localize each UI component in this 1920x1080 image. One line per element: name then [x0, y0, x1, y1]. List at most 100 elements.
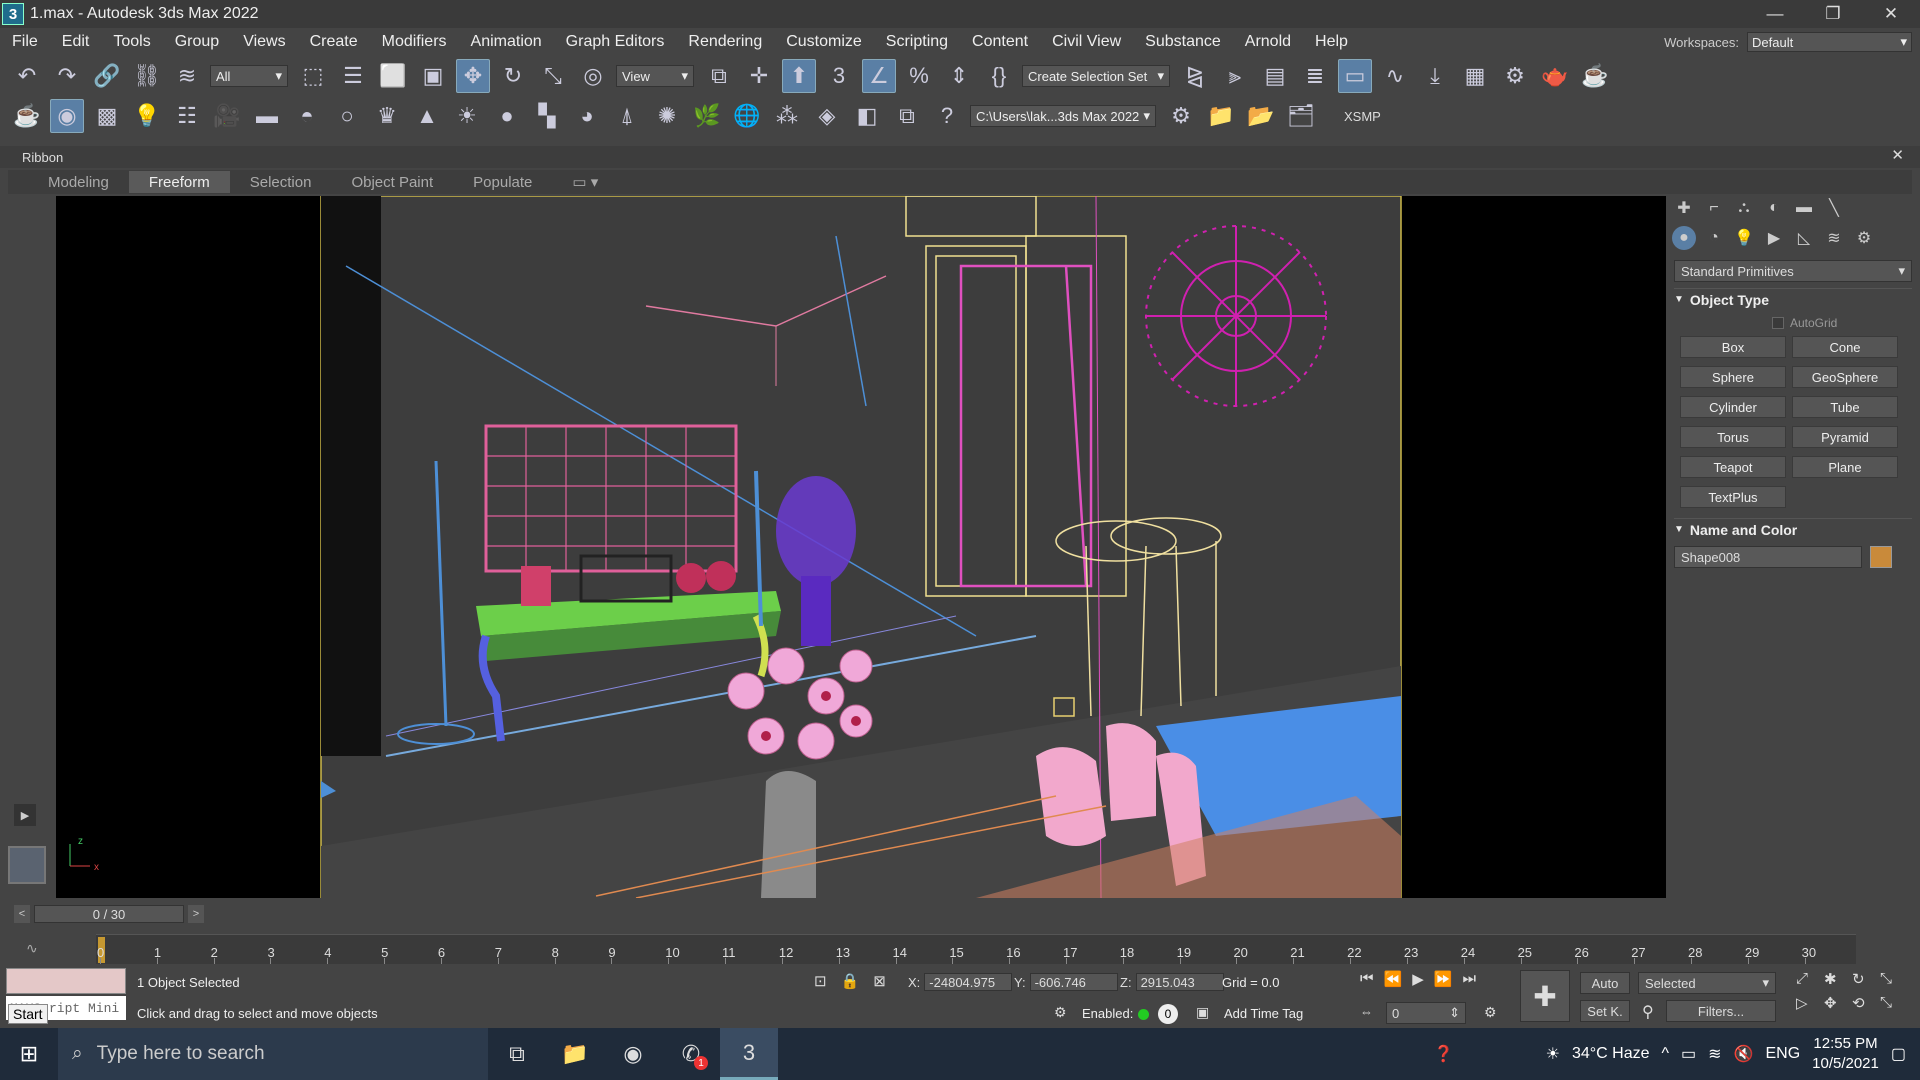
- perspective-viewport[interactable]: z x: [56, 196, 1666, 898]
- teapot-button[interactable]: Teapot: [1680, 456, 1786, 478]
- snaps-toggle-icon[interactable]: 3: [822, 59, 856, 93]
- folder-open-icon[interactable]: 📂: [1244, 99, 1278, 133]
- light-icon[interactable]: 💡: [130, 99, 164, 133]
- weather-icon[interactable]: ☀: [1546, 1044, 1560, 1064]
- select-manipulate-icon[interactable]: ✛: [742, 59, 776, 93]
- pan-icon[interactable]: ✥: [1824, 994, 1852, 1012]
- hierarchy-tab-icon[interactable]: ⛬: [1732, 196, 1756, 218]
- material-editor-icon[interactable]: ▦: [1458, 59, 1492, 93]
- windows-start-icon[interactable]: ⊞: [0, 1028, 58, 1080]
- autogrid-checkbox[interactable]: AutoGrid: [1772, 316, 1920, 330]
- sun-icon[interactable]: ☀: [450, 99, 484, 133]
- zero-indicator-icon[interactable]: 0: [1158, 1004, 1178, 1024]
- next-frame-icon[interactable]: >: [188, 905, 204, 923]
- folder-save-icon[interactable]: 🗂: [1284, 99, 1318, 133]
- expand-layout-icon[interactable]: ▶: [14, 804, 36, 826]
- arnold-render-icon[interactable]: ◉: [50, 99, 84, 133]
- menu-civil-view[interactable]: Civil View: [1040, 33, 1133, 51]
- help-icon[interactable]: ?: [930, 99, 964, 133]
- teapot-icon[interactable]: ☕: [10, 99, 44, 133]
- project-path-dropdown[interactable]: C:\Users\lak...3ds Max 2022 ▾: [970, 105, 1156, 127]
- previous-frame-icon[interactable]: ⏪: [1384, 970, 1403, 988]
- clock[interactable]: 12:55 PM 10/5/2021: [1812, 1034, 1879, 1074]
- absolute-mode-icon[interactable]: ⊠: [873, 972, 886, 990]
- redo-icon[interactable]: ↷: [50, 59, 84, 93]
- menu-tools[interactable]: Tools: [101, 33, 162, 51]
- tab-modeling[interactable]: Modeling: [28, 171, 129, 193]
- viewport-layout-thumbnail[interactable]: [8, 846, 46, 884]
- maximize-button[interactable]: ❐: [1804, 0, 1862, 28]
- object-name-field[interactable]: Shape008: [1674, 546, 1862, 568]
- close-button[interactable]: ✕: [1862, 0, 1920, 28]
- maxscript-listener[interactable]: [6, 968, 126, 994]
- camera-icon[interactable]: 🎥: [210, 99, 244, 133]
- menu-create[interactable]: Create: [298, 33, 370, 51]
- min-max-toggle-icon[interactable]: ⤡: [1880, 994, 1908, 1012]
- percent-snap-icon[interactable]: %: [902, 59, 936, 93]
- z-field[interactable]: 2915.043: [1135, 973, 1224, 991]
- toggle-ribbon-icon[interactable]: ▭: [1338, 59, 1372, 93]
- key-mode-icon[interactable]: ⇔: [1360, 1004, 1373, 1019]
- plant-icon[interactable]: 🌿: [690, 99, 724, 133]
- light-list-icon[interactable]: ☷: [170, 99, 204, 133]
- maximize-viewport-icon[interactable]: ⤡: [1880, 970, 1908, 988]
- object-type-rollout[interactable]: ▼ Object Type: [1674, 288, 1912, 310]
- task-view-icon[interactable]: ⧉: [488, 1028, 546, 1080]
- curve-editor-mini-icon[interactable]: ∿: [26, 940, 38, 957]
- key-filters-button[interactable]: Filters...: [1666, 1000, 1776, 1022]
- cone-button[interactable]: Cone: [1792, 336, 1898, 358]
- weather-text[interactable]: 34°C Haze: [1572, 1045, 1650, 1063]
- minimize-button[interactable]: —: [1746, 0, 1804, 28]
- scene-explorer-icon[interactable]: ▤: [1258, 59, 1292, 93]
- zoom-all-icon[interactable]: ✱: [1824, 970, 1852, 988]
- object-color-swatch[interactable]: [1870, 546, 1892, 568]
- sphere-light-icon[interactable]: ○: [330, 99, 364, 133]
- isolate-icon[interactable]: ⊡: [814, 972, 827, 990]
- keyboard-shortcut-override-icon[interactable]: ⬆: [782, 59, 816, 93]
- zoom-icon[interactable]: ⤢: [1796, 970, 1824, 988]
- box-button[interactable]: Box: [1680, 336, 1786, 358]
- schematic-view-icon[interactable]: ⤓: [1418, 59, 1452, 93]
- helpers-icon[interactable]: ◺: [1792, 226, 1816, 250]
- folder-icon[interactable]: 📁: [1204, 99, 1238, 133]
- language-indicator[interactable]: ENG: [1765, 1045, 1800, 1063]
- set-key-button[interactable]: ✚: [1520, 970, 1570, 1022]
- menu-animation[interactable]: Animation: [459, 33, 554, 51]
- tab-populate[interactable]: Populate: [453, 171, 552, 193]
- modify-tab-icon[interactable]: ⌐: [1702, 196, 1726, 218]
- plane-shape-icon[interactable]: ▬: [250, 99, 284, 133]
- named-selection-set-dropdown[interactable]: Create Selection Set ▾: [1022, 65, 1170, 87]
- select-rotate-icon[interactable]: ↻: [496, 59, 530, 93]
- orbit-icon[interactable]: ↻: [1852, 970, 1880, 988]
- xsmp-label[interactable]: XSMP: [1344, 109, 1381, 124]
- time-tag-icon[interactable]: ▣: [1196, 1004, 1209, 1021]
- geosphere-button[interactable]: GeoSphere: [1792, 366, 1898, 388]
- lights-icon[interactable]: 💡: [1732, 226, 1756, 250]
- display-tab-icon[interactable]: ▬: [1792, 196, 1816, 218]
- menu-help[interactable]: Help: [1303, 33, 1360, 51]
- menu-modifiers[interactable]: Modifiers: [370, 33, 459, 51]
- sphere-icon[interactable]: ●: [490, 99, 524, 133]
- ribbon-options-icon[interactable]: ▭ ▾: [552, 171, 618, 193]
- skydome-icon[interactable]: ◓: [290, 99, 324, 133]
- angle-snap-icon[interactable]: ∠: [862, 59, 896, 93]
- reference-coord-dropdown[interactable]: View ▾: [616, 65, 694, 87]
- menu-customize[interactable]: Customize: [774, 33, 874, 51]
- y-field[interactable]: -606.746: [1029, 973, 1118, 991]
- edit-named-selection-icon[interactable]: {}: [982, 59, 1016, 93]
- torus-button[interactable]: Torus: [1680, 426, 1786, 448]
- chrome-icon[interactable]: ◉: [604, 1028, 662, 1080]
- pyramid-button[interactable]: Pyramid: [1792, 426, 1898, 448]
- menu-substance[interactable]: Substance: [1133, 33, 1233, 51]
- undo-icon[interactable]: ↶: [10, 59, 44, 93]
- motion-tab-icon[interactable]: ◐: [1762, 196, 1786, 218]
- material-ball-icon[interactable]: ◕: [570, 99, 604, 133]
- track-bar-area[interactable]: 0 1 2 3 4 5 6 7 8 9 10 11 12 13 14 15 16 17 18 19 20 21 22 23 24…: [96, 934, 1856, 964]
- cylinder-button[interactable]: Cylinder: [1680, 396, 1786, 418]
- file-explorer-icon[interactable]: 📁: [546, 1028, 604, 1080]
- geometry-icon[interactable]: ●: [1672, 226, 1696, 250]
- 3dsmax-taskbar-icon[interactable]: 3: [720, 1028, 778, 1080]
- selection-filter-dropdown[interactable]: All ▾: [210, 65, 288, 87]
- time-slider-handle[interactable]: 0 / 30: [34, 905, 184, 923]
- tab-selection[interactable]: Selection: [230, 171, 332, 193]
